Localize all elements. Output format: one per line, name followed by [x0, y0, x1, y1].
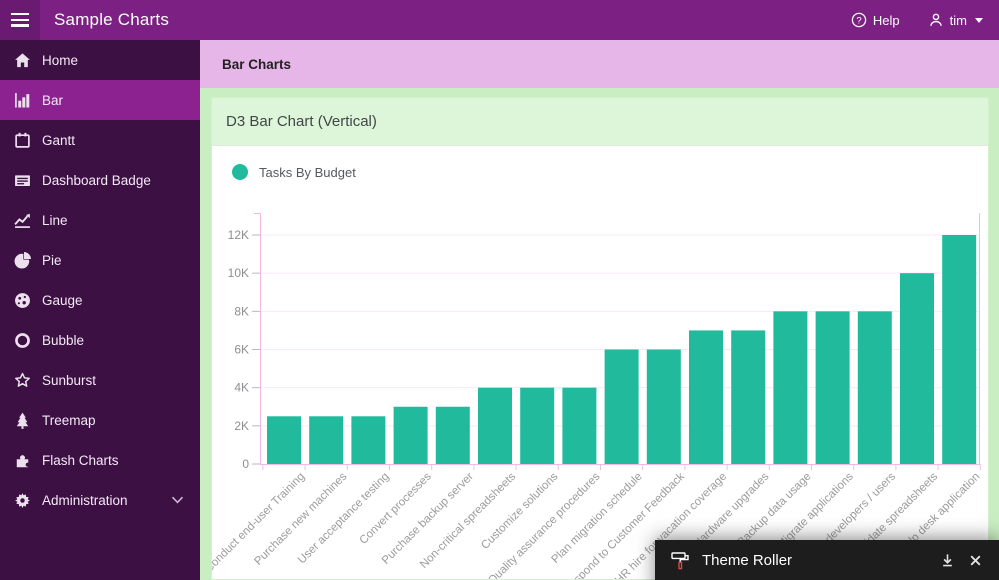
svg-text:6K: 6K [234, 343, 249, 357]
legend-marker-icon [232, 164, 248, 180]
sidebar-item-home[interactable]: Home [0, 40, 200, 80]
svg-text:4K: 4K [234, 381, 249, 395]
help-label: Help [873, 13, 900, 28]
user-menu[interactable]: tim [928, 12, 983, 28]
svg-text:12K: 12K [228, 228, 249, 242]
bar-chart-icon [14, 92, 31, 109]
panel-title: D3 Bar Chart (Vertical) [212, 98, 988, 146]
svg-text:Backup data usage: Backup data usage [736, 471, 814, 549]
bar[interactable] [309, 416, 343, 464]
chart-legend[interactable]: Tasks By Budget [232, 164, 356, 180]
panel-body: Tasks By Budget 02K4K6K8K10K12KConduct e… [212, 146, 988, 580]
main-area: Bar Charts D3 Bar Chart (Vertical) Tasks… [200, 40, 999, 580]
person-icon [928, 12, 944, 28]
dashboard-badge-icon [14, 172, 31, 189]
bar[interactable] [436, 407, 470, 464]
sidebar-item-label: Line [42, 213, 68, 228]
home-icon [14, 52, 31, 69]
sidebar-item-flash-charts[interactable]: Flash Charts [0, 440, 200, 480]
sidebar-item-bar[interactable]: Bar [0, 80, 200, 120]
svg-text:8K: 8K [234, 304, 249, 318]
user-name: tim [950, 13, 967, 28]
theme-roller-panel: Theme Roller [655, 540, 999, 580]
bar[interactable] [858, 311, 892, 464]
bubble-icon [14, 332, 31, 349]
gauge-icon [14, 292, 31, 309]
bar-chart: 02K4K6K8K10K12KConduct end-user Training… [212, 200, 989, 580]
menu-toggle-button[interactable] [0, 0, 40, 40]
bar[interactable] [647, 350, 681, 465]
hamburger-icon [11, 13, 29, 27]
sidebar-item-treemap[interactable]: Treemap [0, 400, 200, 440]
bar[interactable] [351, 416, 385, 464]
sidebar-item-label: Pie [42, 253, 62, 268]
bar[interactable] [267, 416, 301, 464]
svg-text:Hardware upgrades: Hardware upgrades [692, 470, 772, 550]
bar[interactable] [394, 407, 428, 464]
close-icon [968, 553, 983, 568]
sidebar-item-bubble[interactable]: Bubble [0, 320, 200, 360]
calendar-icon [14, 132, 31, 149]
treemap-icon [14, 412, 31, 429]
bar[interactable] [478, 388, 512, 464]
sidebar: Home Bar Gantt Dashboard Badge Line Pie Gauge B… [0, 40, 200, 580]
sidebar-item-label: Sunburst [42, 373, 96, 388]
svg-text:?: ? [856, 15, 861, 26]
sidebar-item-administration[interactable]: Administration [0, 480, 200, 520]
svg-text:0: 0 [242, 457, 249, 471]
sidebar-item-label: Administration [42, 493, 128, 508]
sidebar-item-label: Flash Charts [42, 453, 119, 468]
flash-charts-icon [14, 452, 31, 469]
legend-label: Tasks By Budget [259, 165, 356, 180]
page-title: Bar Charts [222, 57, 291, 72]
sidebar-item-dashboard-badge[interactable]: Dashboard Badge [0, 160, 200, 200]
svg-text:Customize solutions: Customize solutions [479, 470, 560, 551]
page-header: Bar Charts [200, 40, 999, 88]
sidebar-item-gauge[interactable]: Gauge [0, 280, 200, 320]
chevron-down-icon [169, 496, 186, 504]
paint-roller-icon [670, 550, 691, 571]
theme-roller-close-button[interactable] [968, 553, 983, 568]
caret-down-icon [975, 18, 983, 23]
sunburst-icon [14, 372, 31, 389]
top-bar: Sample Charts ? Help tim [0, 0, 999, 40]
bar[interactable] [816, 311, 850, 464]
help-button[interactable]: ? Help [851, 12, 900, 28]
theme-roller-download-button[interactable] [940, 553, 955, 568]
svg-text:2K: 2K [234, 419, 249, 433]
download-icon [940, 553, 955, 568]
bar[interactable] [689, 330, 723, 464]
line-chart-icon [14, 212, 31, 229]
sidebar-item-label: Treemap [42, 413, 96, 428]
bar[interactable] [900, 273, 934, 464]
bar[interactable] [562, 388, 596, 464]
bar[interactable] [942, 235, 976, 464]
sidebar-item-gantt[interactable]: Gantt [0, 120, 200, 160]
pie-chart-icon [14, 252, 31, 269]
svg-text:10K: 10K [228, 266, 249, 280]
sidebar-item-pie[interactable]: Pie [0, 240, 200, 280]
sidebar-item-label: Bubble [42, 333, 84, 348]
gear-icon [14, 492, 31, 509]
bar[interactable] [520, 388, 554, 464]
content-area: D3 Bar Chart (Vertical) Tasks By Budget … [200, 88, 999, 580]
sidebar-item-label: Dashboard Badge [42, 173, 151, 188]
sidebar-item-line[interactable]: Line [0, 200, 200, 240]
sidebar-item-label: Home [42, 53, 78, 68]
sidebar-item-label: Gauge [42, 293, 83, 308]
theme-roller-title: Theme Roller [702, 552, 792, 569]
bar[interactable] [731, 330, 765, 464]
sidebar-item-label: Bar [42, 93, 63, 108]
sidebar-item-sunburst[interactable]: Sunburst [0, 360, 200, 400]
bar[interactable] [773, 311, 807, 464]
help-icon: ? [851, 12, 867, 28]
svg-text:Convert processes: Convert processes [358, 470, 434, 546]
sidebar-item-label: Gantt [42, 133, 75, 148]
chart-panel: D3 Bar Chart (Vertical) Tasks By Budget … [211, 97, 989, 580]
app-title: Sample Charts [54, 10, 169, 30]
bar[interactable] [605, 350, 639, 465]
